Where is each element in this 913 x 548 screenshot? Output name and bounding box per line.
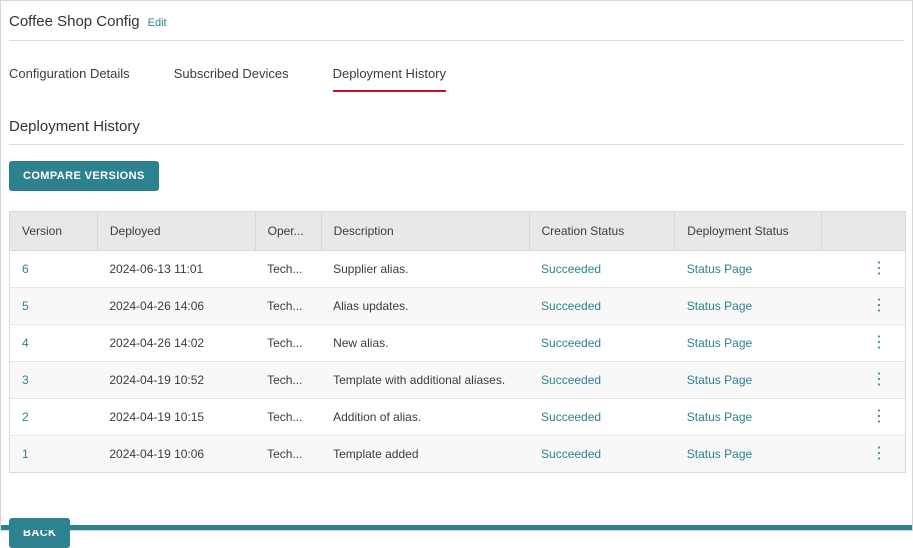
row-menu-icon[interactable]: ⋮ [865,336,893,350]
description-cell: Addition of alias. [321,399,529,436]
version-link[interactable]: 5 [22,299,29,313]
operator-cell: Tech... [255,251,321,288]
table-header: Version Deployed Oper... Description Cre… [10,212,906,251]
header-operator: Oper... [255,212,321,251]
creation-status: Succeeded [541,410,601,424]
tab-bar: Configuration Details Subscribed Devices… [9,66,904,92]
creation-status: Succeeded [541,336,601,350]
compare-versions-button[interactable]: COMPARE VERSIONS [9,161,159,191]
page: Coffee Shop Config Edit Configuration De… [1,1,912,548]
header-description: Description [321,212,529,251]
bottom-accent-bar [1,525,912,530]
section-divider [9,144,904,145]
creation-status: Succeeded [541,262,601,276]
row-menu-icon[interactable]: ⋮ [865,299,893,313]
status-page-link[interactable]: Status Page [687,299,752,313]
deployed-cell: 2024-04-26 14:02 [97,325,255,362]
table-row: 1 2024-04-19 10:06 Tech... Template adde… [10,436,906,473]
tab-configuration-details[interactable]: Configuration Details [9,66,130,92]
table-header-row: Version Deployed Oper... Description Cre… [10,212,906,251]
operator-cell: Tech... [255,436,321,473]
deployment-history-table: Version Deployed Oper... Description Cre… [9,211,906,473]
deployed-cell: 2024-06-13 11:01 [97,251,255,288]
description-cell: New alias. [321,325,529,362]
back-button[interactable]: BACK [9,518,70,548]
row-menu-icon[interactable]: ⋮ [865,447,893,461]
row-menu-icon[interactable]: ⋮ [865,373,893,387]
table-row: 6 2024-06-13 11:01 Tech... Supplier alia… [10,251,906,288]
operator-cell: Tech... [255,399,321,436]
tab-subscribed-devices[interactable]: Subscribed Devices [174,66,289,92]
description-cell: Alias updates. [321,288,529,325]
table-row: 4 2024-04-26 14:02 Tech... New alias. Su… [10,325,906,362]
status-page-link[interactable]: Status Page [687,373,752,387]
deployed-cell: 2024-04-19 10:06 [97,436,255,473]
description-cell: Template with additional aliases. [321,362,529,399]
description-cell: Template added [321,436,529,473]
header-divider [9,40,904,41]
row-menu-icon[interactable]: ⋮ [865,410,893,424]
section-heading: Deployment History [9,118,904,135]
operator-cell: Tech... [255,288,321,325]
version-link[interactable]: 4 [22,336,29,350]
description-cell: Supplier alias. [321,251,529,288]
header-creation-status: Creation Status [529,212,675,251]
table-body: 6 2024-06-13 11:01 Tech... Supplier alia… [10,251,906,473]
edit-link[interactable]: Edit [148,17,167,29]
creation-status: Succeeded [541,447,601,461]
creation-status: Succeeded [541,373,601,387]
header-deployment-status: Deployment Status [675,212,822,251]
version-link[interactable]: 3 [22,373,29,387]
table-row: 5 2024-04-26 14:06 Tech... Alias updates… [10,288,906,325]
status-page-link[interactable]: Status Page [687,262,752,276]
operator-cell: Tech... [255,325,321,362]
operator-cell: Tech... [255,362,321,399]
status-page-link[interactable]: Status Page [687,447,752,461]
row-menu-icon[interactable]: ⋮ [865,262,893,276]
table-row: 2 2024-04-19 10:15 Tech... Addition of a… [10,399,906,436]
deployed-cell: 2024-04-19 10:52 [97,362,255,399]
version-link[interactable]: 1 [22,447,29,461]
status-page-link[interactable]: Status Page [687,410,752,424]
header-version: Version [10,212,98,251]
table-row: 3 2024-04-19 10:52 Tech... Template with… [10,362,906,399]
header-actions [822,212,906,251]
version-link[interactable]: 6 [22,262,29,276]
creation-status: Succeeded [541,299,601,313]
deployed-cell: 2024-04-26 14:06 [97,288,255,325]
page-header: Coffee Shop Config Edit [9,13,904,30]
header-deployed: Deployed [97,212,255,251]
deployed-cell: 2024-04-19 10:15 [97,399,255,436]
tab-deployment-history[interactable]: Deployment History [333,66,446,92]
version-link[interactable]: 2 [22,410,29,424]
page-title: Coffee Shop Config [9,13,140,30]
status-page-link[interactable]: Status Page [687,336,752,350]
